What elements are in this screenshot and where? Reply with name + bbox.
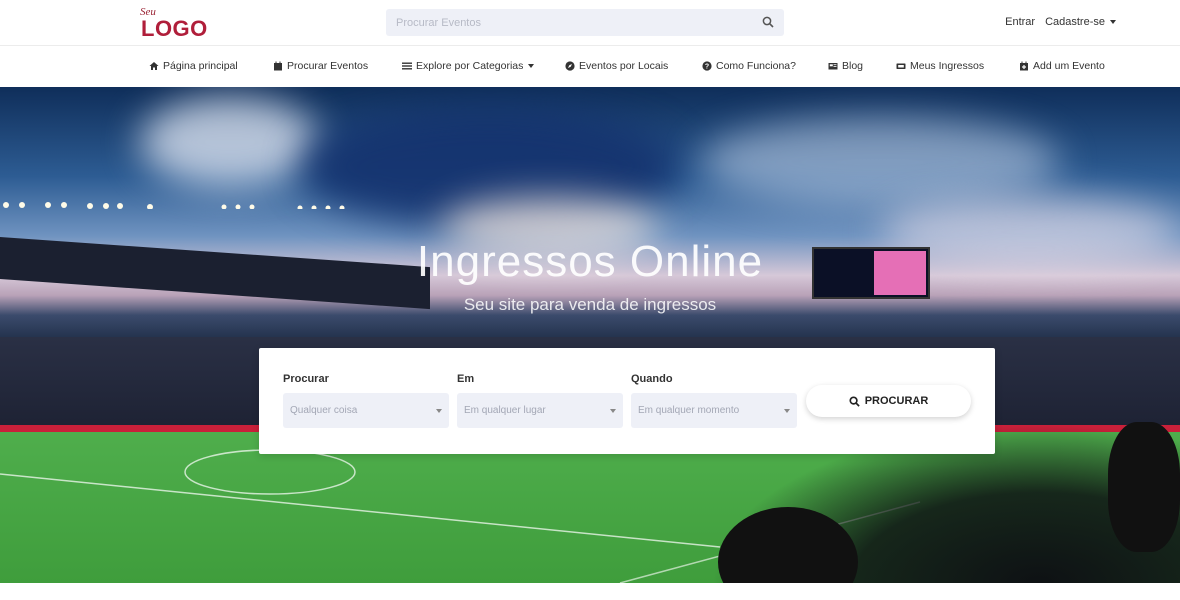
home-icon (149, 62, 159, 70)
nav-item-how-it-works[interactable]: ? Como Funciona? (702, 60, 796, 72)
spectator-head (1108, 422, 1180, 552)
blog-icon (828, 63, 838, 70)
search-what-select[interactable]: Qualquer coisa (283, 393, 449, 428)
signup-dropdown[interactable]: Cadastre-se (1045, 16, 1116, 28)
site-header: Seu LOGO Entrar Cadastre-se (0, 0, 1180, 46)
chevron-down-icon (1110, 20, 1116, 25)
chevron-down-icon (528, 64, 535, 68)
search-submit-button[interactable]: PROCURAR (806, 385, 971, 417)
calendar-plus-icon (1020, 61, 1028, 71)
search-what-label: Procurar (283, 373, 329, 385)
search-input[interactable] (386, 9, 746, 36)
chevron-down-icon (784, 409, 790, 413)
calendar-icon (274, 61, 282, 71)
nav-label: Como Funciona? (716, 60, 796, 72)
chevron-down-icon (610, 409, 616, 413)
nav-item-blog[interactable]: Blog (828, 60, 863, 72)
auth-links: Entrar Cadastre-se (1005, 16, 1116, 28)
nav-item-categories[interactable]: Explore por Categorias (402, 60, 535, 72)
signup-label: Cadastre-se (1045, 16, 1105, 28)
hero-subtitle: Seu site para venda de ingressos (463, 295, 717, 314)
nav-item-my-tickets[interactable]: Meus Ingressos (896, 60, 984, 72)
nav-item-search-events[interactable]: Procurar Eventos (273, 60, 368, 72)
login-link[interactable]: Entrar (1005, 16, 1035, 28)
cloud (700, 117, 1060, 207)
cloud (140, 97, 320, 187)
search-where-label: Em (457, 373, 475, 385)
svg-text:?: ? (705, 64, 709, 71)
main-nav: Página principal Procurar Eventos Explor… (0, 46, 1180, 87)
search-icon[interactable] (762, 16, 774, 28)
site-logo[interactable]: Seu LOGO (140, 6, 210, 41)
list-icon (402, 62, 412, 70)
nav-label: Eventos por Locais (579, 60, 669, 72)
nav-label: Procurar Eventos (287, 60, 369, 72)
nav-label: Explore por Categorias (416, 60, 524, 72)
nav-label: Página principal (163, 60, 238, 72)
search-where-select[interactable]: Em qualquer lugar (457, 393, 623, 428)
question-icon: ? (702, 61, 712, 71)
search-where-value: Em qualquer lugar (464, 405, 546, 416)
search-when-value: Em qualquer momento (638, 405, 740, 416)
nav-item-home[interactable]: Página principal (149, 60, 238, 72)
header-search (386, 9, 784, 36)
hero-banner: Ingressos Online Seu site para venda de … (0, 87, 1180, 583)
search-submit-label: PROCURAR (864, 395, 929, 407)
nav-item-add-event[interactable]: Add um Evento (1019, 60, 1105, 72)
search-icon (849, 395, 860, 407)
nav-label: Blog (842, 60, 864, 72)
nav-item-locations[interactable]: Eventos por Locais (565, 60, 668, 72)
search-when-select[interactable]: Em qualquer momento (631, 393, 797, 428)
chevron-down-icon (436, 409, 442, 413)
ticket-icon (896, 63, 906, 69)
nav-label: Add um Evento (1033, 60, 1105, 72)
compass-icon (565, 61, 575, 71)
nav-label: Meus Ingressos (910, 60, 985, 72)
logo-big-text: LOGO (141, 16, 208, 41)
hero-title: Ingressos Online (416, 237, 764, 286)
stadium-lights (3, 202, 345, 209)
search-what-value: Qualquer coisa (290, 405, 358, 416)
search-when-label: Quando (631, 373, 673, 385)
